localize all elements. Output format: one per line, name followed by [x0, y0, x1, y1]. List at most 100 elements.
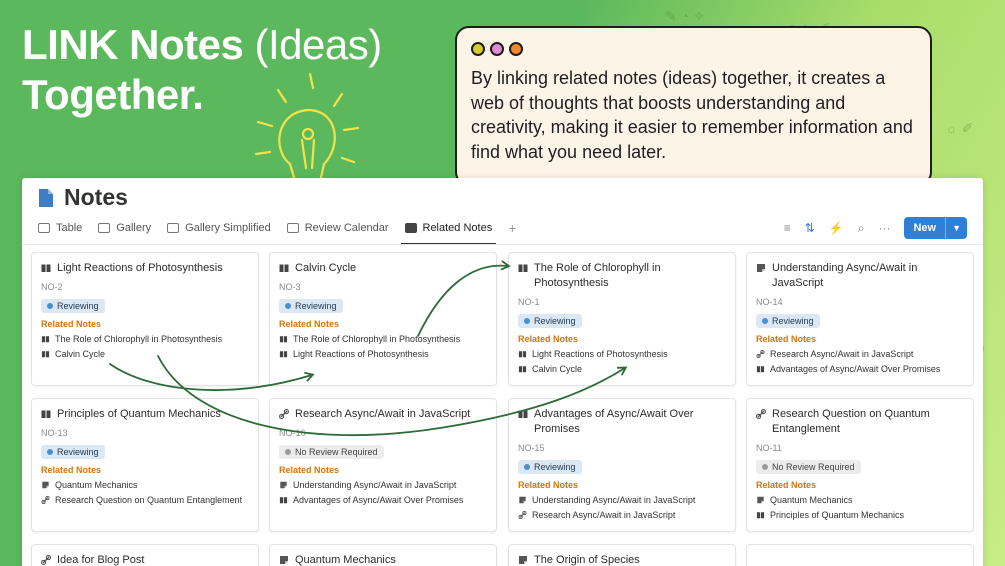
view-tabs: Table Gallery Gallery Simplified Review … — [38, 216, 975, 245]
related-note-link[interactable]: Calvin Cycle — [41, 349, 250, 359]
related-notes-icon — [404, 223, 417, 233]
card-id: NO-16 — [279, 428, 306, 438]
book-icon — [756, 512, 765, 519]
status-dot — [524, 318, 530, 324]
note-card[interactable]: Calvin Cycle NO-3 Reviewing Related Notes Th… — [269, 252, 497, 386]
related-note-label: Quantum Mechanics — [770, 495, 853, 505]
filter-icon[interactable]: ≡ — [784, 221, 791, 235]
related-note-link[interactable]: Advantages of Async/Await Over Promises — [756, 364, 965, 374]
related-note-link[interactable]: Light Reactions of Photosynthesis — [279, 349, 488, 359]
note-icon — [280, 481, 287, 489]
book-icon — [518, 264, 528, 272]
book-icon — [756, 366, 765, 373]
add-view-button[interactable]: + — [508, 220, 516, 236]
new-button[interactable]: New ▼ — [904, 217, 967, 239]
more-icon[interactable]: ··· — [878, 221, 890, 235]
automation-icon[interactable]: ⚡ — [829, 221, 844, 235]
tab-label: Related Notes — [422, 222, 493, 234]
card-title-text: The Origin of Species — [534, 554, 640, 566]
note-icon — [757, 496, 764, 504]
related-note-link[interactable]: Advantages of Async/Await Over Promises — [279, 495, 488, 505]
link-icon — [756, 409, 766, 419]
status-text: Reviewing — [772, 316, 814, 326]
chevron-down-icon[interactable]: ▼ — [945, 217, 967, 239]
related-note-label: Research Async/Await in JavaScript — [532, 510, 676, 520]
related-note-link[interactable]: Understanding Async/Await in JavaScript — [279, 480, 488, 490]
note-card[interactable] — [746, 544, 974, 566]
dot-pink — [490, 42, 504, 56]
tab-gallery[interactable]: Gallery — [98, 216, 151, 240]
note-icon — [42, 481, 49, 489]
related-note-link[interactable]: Research Async/Await in JavaScript — [756, 349, 965, 359]
status-dot — [47, 449, 53, 455]
related-note-label: Light Reactions of Photosynthesis — [532, 349, 668, 359]
note-card[interactable]: The Role of Chlorophyll in Photosynthesi… — [508, 252, 736, 386]
related-note-link[interactable]: Light Reactions of Photosynthesis — [518, 349, 727, 359]
note-card[interactable]: Light Reactions of Photosynthesis NO-2 Rev… — [31, 252, 259, 386]
related-note-label: Calvin Cycle — [532, 364, 583, 374]
status-badge: Reviewing — [518, 460, 582, 474]
page-title: Notes — [64, 184, 128, 210]
status-text: No Review Required — [772, 462, 855, 472]
document-icon — [39, 188, 53, 207]
card-title: Understanding Async/Await in JavaScript — [756, 261, 965, 291]
tab-review-calendar[interactable]: Review Calendar — [286, 216, 389, 240]
related-note-link[interactable]: Principles of Quantum Mechanics — [756, 510, 965, 520]
info-callout: By linking related notes (ideas) togethe… — [455, 26, 932, 186]
gallery-icon — [98, 223, 111, 233]
note-card[interactable]: Understanding Async/Await in JavaScript N… — [746, 252, 974, 386]
card-title-text: The Role of Chlorophyll in Photosynthesi… — [534, 262, 661, 289]
book-icon — [518, 366, 527, 373]
page-title-row: Notes — [38, 184, 128, 211]
related-note-link[interactable]: The Role of Chlorophyll in Photosynthesi… — [41, 334, 250, 344]
related-note-link[interactable]: Research Async/Await in JavaScript — [518, 510, 727, 520]
card-id: NO-13 — [41, 428, 68, 438]
card-title: Light Reactions of Photosynthesis — [41, 261, 250, 276]
card-title: Quantum Mechanics — [279, 553, 488, 566]
related-notes-label: Related Notes — [41, 319, 102, 329]
related-note-link[interactable]: Research Question on Quantum Entanglemen… — [41, 495, 250, 505]
card-id: NO-11 — [756, 443, 782, 453]
card-title-text: Principles of Quantum Mechanics — [57, 408, 221, 420]
note-icon — [519, 556, 527, 564]
sort-icon[interactable]: ⇅ — [805, 221, 815, 235]
link-icon — [518, 511, 527, 519]
related-note-link[interactable]: The Role of Chlorophyll in Photosynthesi… — [279, 334, 488, 344]
status-badge: Reviewing — [41, 445, 105, 459]
related-notes-label: Related Notes — [279, 465, 340, 475]
note-icon — [519, 496, 526, 504]
note-card[interactable]: Research Question on Quantum Entanglemen… — [746, 398, 974, 532]
note-card[interactable]: The Origin of Species — [508, 544, 736, 566]
book-icon — [279, 264, 289, 272]
related-note-label: Calvin Cycle — [55, 349, 106, 359]
window-dots — [471, 42, 523, 56]
related-note-label: The Role of Chlorophyll in Photosynthesi… — [55, 334, 223, 344]
tab-label: Review Calendar — [304, 222, 389, 234]
search-icon[interactable]: ⌕ — [858, 221, 865, 236]
status-text: Reviewing — [534, 462, 576, 472]
related-notes-label: Related Notes — [756, 480, 817, 490]
card-title: Idea for Blog Post — [41, 553, 250, 566]
tab-gallery-simplified[interactable]: Gallery Simplified — [167, 216, 271, 240]
related-note-link[interactable]: Calvin Cycle — [518, 364, 727, 374]
status-badge: Reviewing — [279, 299, 343, 313]
note-card[interactable]: Advantages of Async/Await Over Promises N… — [508, 398, 736, 532]
related-note-link[interactable]: Understanding Async/Await in JavaScript — [518, 495, 727, 505]
status-badge: No Review Required — [756, 460, 861, 474]
related-note-label: Understanding Async/Await in JavaScript — [532, 495, 696, 505]
note-card[interactable]: Idea for Blog Post — [31, 544, 259, 566]
status-text: Reviewing — [57, 301, 99, 311]
tab-related-notes[interactable]: Related Notes — [400, 216, 496, 245]
note-card[interactable]: Quantum Mechanics — [269, 544, 497, 566]
related-note-link[interactable]: Quantum Mechanics — [756, 495, 965, 505]
status-text: Reviewing — [295, 301, 337, 311]
tab-label: Gallery Simplified — [185, 222, 271, 234]
book-icon — [518, 410, 528, 418]
note-card[interactable]: Research Async/Await in JavaScript NO-16 N… — [269, 398, 497, 532]
related-note-link[interactable]: Quantum Mechanics — [41, 480, 250, 490]
note-card[interactable]: Principles of Quantum Mechanics NO-13 Revi… — [31, 398, 259, 532]
tab-table[interactable]: Table — [38, 216, 82, 240]
card-id: NO-14 — [756, 297, 783, 307]
status-dot — [285, 449, 291, 455]
status-dot — [524, 464, 530, 470]
